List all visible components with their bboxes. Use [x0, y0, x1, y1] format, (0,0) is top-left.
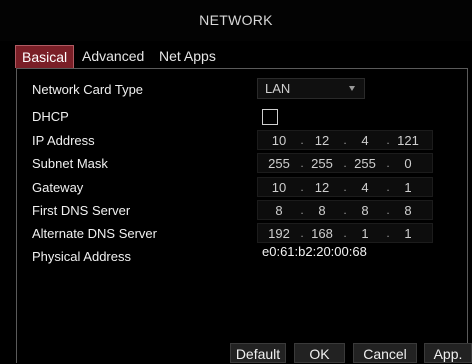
- apply-button[interactable]: App.: [424, 343, 472, 363]
- ok-button[interactable]: OK: [294, 343, 345, 363]
- subnet-octet-1[interactable]: 255: [264, 156, 294, 171]
- ip-address-input[interactable]: 10 . 12 . 4 . 121: [257, 130, 433, 150]
- gateway-octet-2[interactable]: 12: [307, 180, 337, 195]
- ip-octet-1[interactable]: 10: [264, 133, 294, 148]
- network-card-type-label: Network Card Type: [32, 82, 144, 97]
- ip-octet-2[interactable]: 12: [307, 133, 337, 148]
- alternate-dns-octet-1[interactable]: 192: [264, 226, 294, 241]
- octet-separator: .: [300, 226, 304, 240]
- default-button[interactable]: Default: [230, 343, 286, 363]
- tab-net-apps[interactable]: Net Apps: [153, 45, 222, 68]
- octet-separator: .: [343, 180, 347, 194]
- octet-separator: .: [343, 133, 347, 147]
- subnet-mask-input[interactable]: 255 . 255 . 255 . 0: [257, 153, 433, 173]
- octet-separator: .: [300, 203, 304, 217]
- octet-separator: .: [300, 180, 304, 194]
- ip-octet-3[interactable]: 4: [350, 133, 380, 148]
- first-dns-label: First DNS Server: [32, 203, 131, 218]
- first-dns-octet-1[interactable]: 8: [264, 203, 294, 218]
- physical-address-label: Physical Address: [32, 249, 131, 264]
- network-card-type-value: LAN: [265, 81, 291, 96]
- octet-separator: .: [386, 156, 390, 170]
- octet-separator: .: [343, 203, 347, 217]
- gateway-label: Gateway: [32, 180, 84, 195]
- gateway-input[interactable]: 10 . 12 . 4 . 1: [257, 177, 433, 197]
- octet-separator: .: [343, 226, 347, 240]
- subnet-mask-label: Subnet Mask: [32, 156, 108, 171]
- octet-separator: .: [343, 156, 347, 170]
- ip-address-label: IP Address: [32, 133, 95, 148]
- octet-separator: .: [386, 133, 390, 147]
- octet-separator: .: [386, 226, 390, 240]
- alternate-dns-octet-2[interactable]: 168: [307, 226, 337, 241]
- subnet-octet-2[interactable]: 255: [307, 156, 337, 171]
- chevron-down-icon: [349, 86, 355, 91]
- dhcp-checkbox[interactable]: [262, 109, 278, 125]
- first-dns-octet-3[interactable]: 8: [350, 203, 380, 218]
- first-dns-octet-2[interactable]: 8: [307, 203, 337, 218]
- first-dns-input[interactable]: 8 . 8 . 8 . 8: [257, 200, 433, 220]
- alternate-dns-octet-4[interactable]: 1: [393, 226, 423, 241]
- octet-separator: .: [300, 156, 304, 170]
- gateway-octet-3[interactable]: 4: [350, 180, 380, 195]
- ip-octet-4[interactable]: 121: [393, 133, 423, 148]
- first-dns-octet-4[interactable]: 8: [393, 203, 423, 218]
- alternate-dns-label: Alternate DNS Server: [32, 226, 157, 241]
- network-card-type-select[interactable]: LAN: [257, 78, 365, 99]
- octet-separator: .: [300, 133, 304, 147]
- octet-separator: .: [386, 180, 390, 194]
- octet-separator: .: [386, 203, 390, 217]
- subnet-octet-4[interactable]: 0: [393, 156, 423, 171]
- tab-advanced[interactable]: Advanced: [76, 45, 150, 68]
- window-title: NETWORK: [0, 0, 472, 41]
- alternate-dns-octet-3[interactable]: 1: [350, 226, 380, 241]
- cancel-button[interactable]: Cancel: [353, 343, 417, 363]
- gateway-octet-1[interactable]: 10: [264, 180, 294, 195]
- subnet-octet-3[interactable]: 255: [350, 156, 380, 171]
- gateway-octet-4[interactable]: 1: [393, 180, 423, 195]
- physical-address-value: e0:61:b2:20:00:68: [262, 244, 367, 259]
- alternate-dns-input[interactable]: 192 . 168 . 1 . 1: [257, 223, 433, 243]
- tab-basical[interactable]: Basical: [15, 45, 75, 68]
- dhcp-label: DHCP: [32, 109, 69, 124]
